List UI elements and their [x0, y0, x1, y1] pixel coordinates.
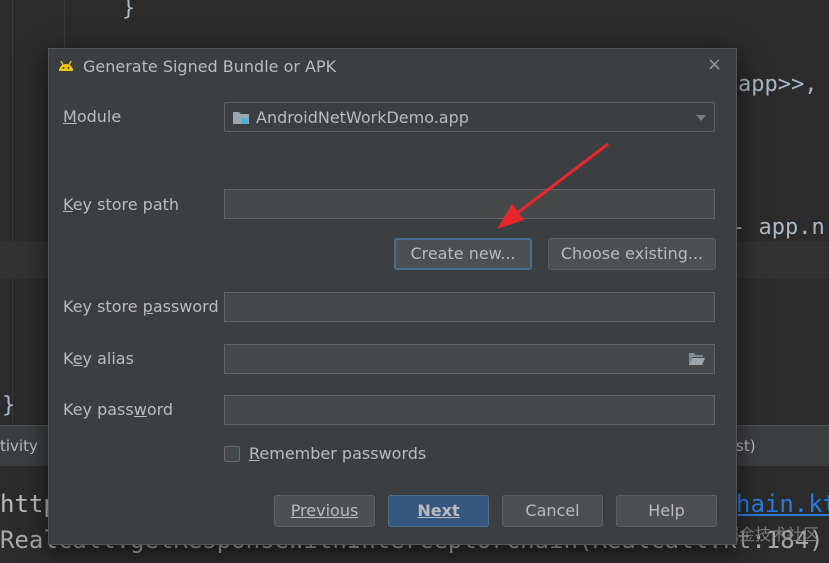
previous-button[interactable]: Previous: [274, 495, 375, 527]
tool-window-tab[interactable]: tivity: [0, 437, 38, 455]
key-store-password-label: Key store password: [63, 297, 219, 316]
help-button[interactable]: Help: [616, 495, 717, 527]
create-new-button[interactable]: Create new...: [394, 238, 532, 270]
dialog-title: Generate Signed Bundle or APK: [83, 57, 337, 76]
code-fragment: app>>,: [738, 72, 818, 97]
folder-open-icon[interactable]: [688, 352, 706, 366]
generate-signed-bundle-dialog: Generate Signed Bundle or APK × Module A…: [48, 48, 737, 545]
code-brace: }: [2, 393, 16, 418]
close-icon[interactable]: ×: [707, 54, 722, 75]
indent-guide: [12, 0, 13, 425]
key-alias-input[interactable]: [224, 344, 715, 374]
key-store-path-label: Key store path: [63, 195, 180, 214]
next-button[interactable]: Next: [388, 495, 489, 527]
key-password-label: Key password: [63, 400, 174, 419]
chevron-down-icon[interactable]: [696, 115, 706, 121]
code-brace: }: [122, 0, 136, 21]
android-icon: [59, 60, 73, 71]
key-store-password-input[interactable]: [224, 292, 715, 322]
choose-existing-button[interactable]: Choose existing...: [548, 238, 716, 270]
module-select[interactable]: AndroidNetWorkDemo.app: [224, 102, 715, 132]
code-fragment: - app.n: [732, 215, 825, 240]
dialog-titlebar[interactable]: Generate Signed Bundle or APK ×: [49, 49, 736, 85]
module-label: Module: [63, 107, 122, 126]
console-link[interactable]: hain.kt: [736, 490, 829, 518]
tool-window-tab[interactable]: st): [736, 437, 756, 455]
key-alias-label: Key alias: [63, 349, 134, 368]
cancel-button[interactable]: Cancel: [502, 495, 603, 527]
key-password-input[interactable]: [224, 395, 715, 425]
remember-passwords-label[interactable]: Remember passwords: [249, 444, 426, 463]
key-store-path-input[interactable]: [224, 189, 715, 219]
module-folder-icon: [233, 112, 249, 124]
remember-passwords-checkbox[interactable]: [224, 446, 240, 462]
module-value: AndroidNetWorkDemo.app: [256, 108, 469, 127]
